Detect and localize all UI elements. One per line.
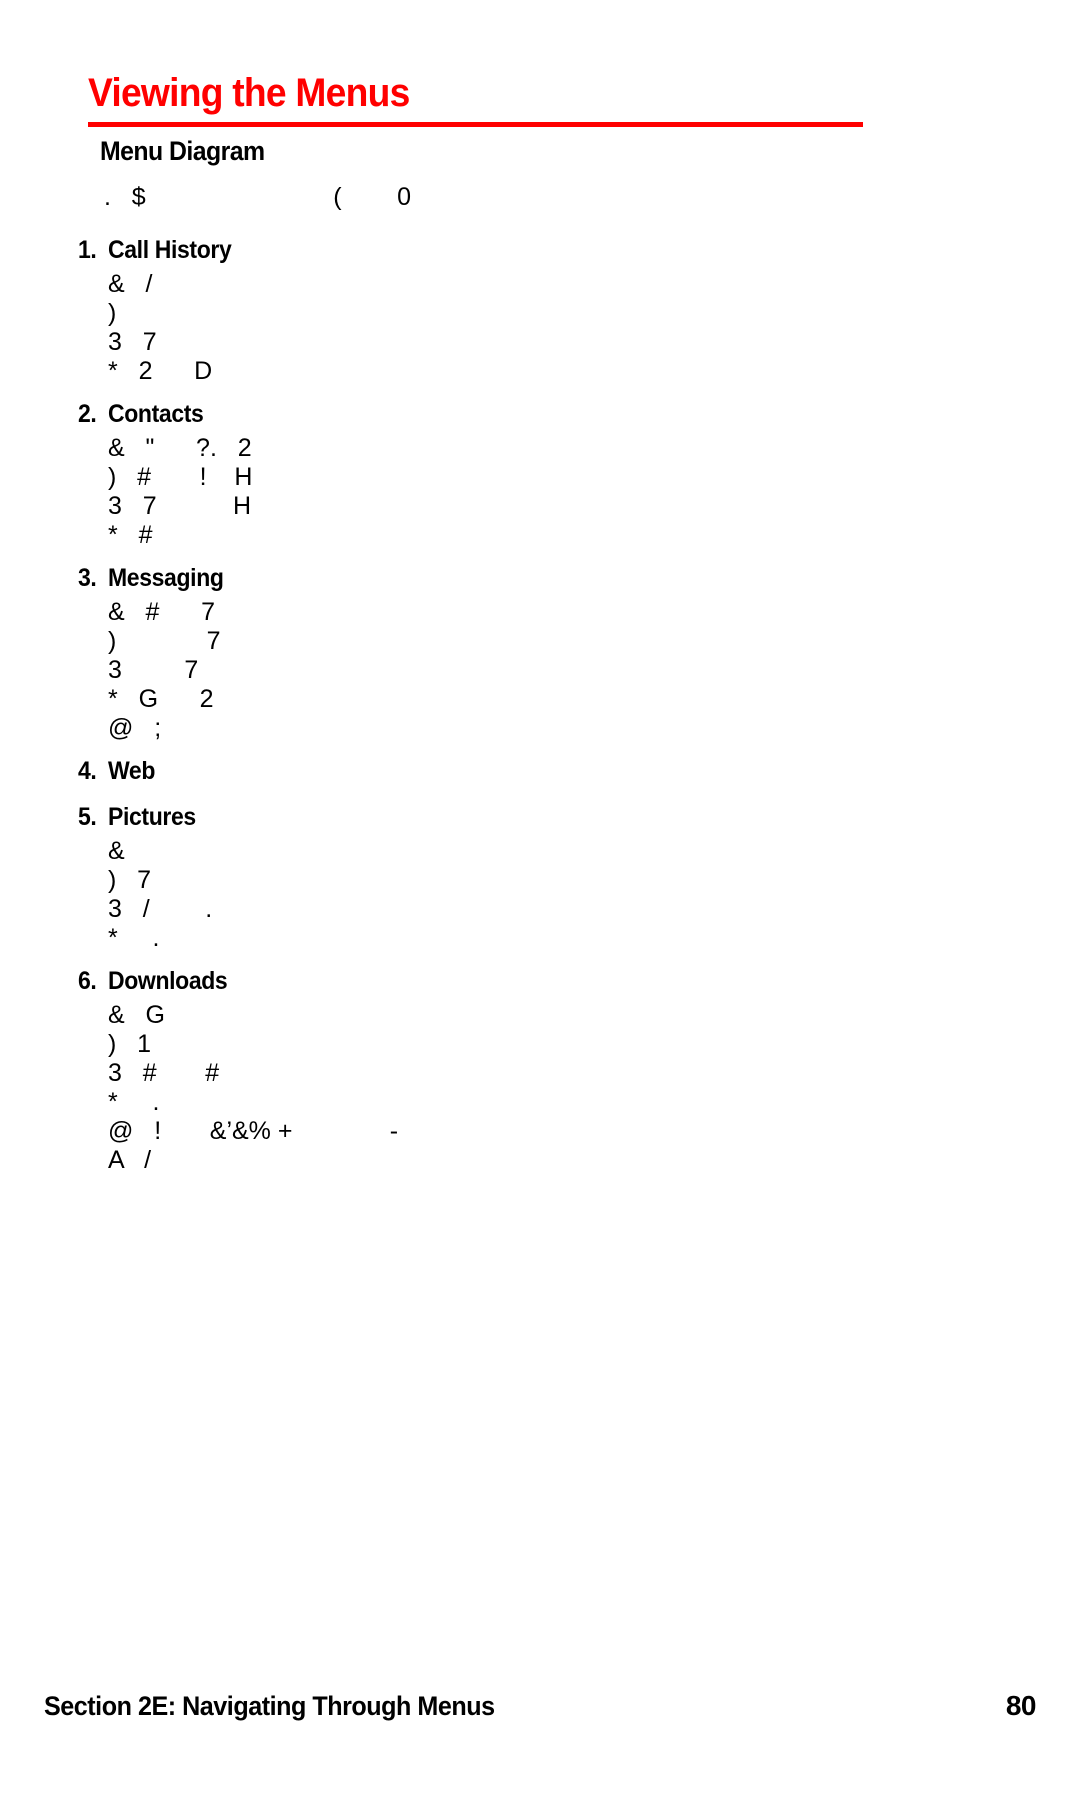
menu-group-title: Downloads — [108, 967, 228, 995]
document-page: Viewing the Menus Menu Diagram . $ ( 0 1… — [0, 0, 1080, 1800]
menu-group-heading: 1. Call History — [78, 232, 878, 268]
menu-group-number: 1. — [78, 236, 97, 264]
menu-group-title: Call History — [108, 236, 232, 264]
menu-sub-item: ) 7 — [108, 866, 152, 894]
menu-sub-item: * . — [108, 1088, 160, 1116]
intro-text-line: . $ ( 0 — [104, 183, 412, 211]
menu-group-title: Pictures — [108, 803, 196, 831]
menu-group-number: 5. — [78, 803, 97, 831]
menu-sub-item: @ ; — [108, 714, 162, 742]
menu-diagram-list: 1. Call History & /) 3 7 * 2 D 2. Contacts & " … — [78, 232, 878, 1185]
menu-group-title: Contacts — [108, 400, 204, 428]
menu-sub-item: 3 7 — [108, 328, 157, 356]
menu-sub-item: 3 # # — [108, 1059, 220, 1087]
section-heading: Menu Diagram — [100, 136, 265, 166]
title-underline-rule — [88, 122, 863, 127]
menu-group-number: 2. — [78, 400, 97, 428]
menu-sub-item: * # — [108, 521, 153, 549]
menu-group-heading: 4. Web — [78, 753, 878, 789]
menu-sub-item: ) 7 — [108, 627, 221, 655]
menu-sub-item: ) # ! H — [108, 463, 253, 491]
menu-group: 1. Call History & /) 3 7 * 2 D — [78, 232, 878, 386]
menu-sub-item: ) 1 — [108, 1030, 152, 1058]
footer-section-label: Section 2E: Navigating Through Menus — [44, 1691, 495, 1721]
menu-group-number: 6. — [78, 967, 97, 995]
menu-group: 5. Pictures &) 73 / . * . — [78, 799, 878, 953]
menu-group-heading: 3. Messaging — [78, 560, 878, 596]
menu-sub-item: * . — [108, 924, 160, 952]
menu-group-title: Web — [108, 757, 156, 785]
menu-group-heading: 6. Downloads — [78, 963, 878, 999]
footer-page-number: 80 — [1005, 1690, 1037, 1721]
menu-group-number: 4. — [78, 757, 97, 785]
menu-group-heading: 2. Contacts — [78, 396, 878, 432]
menu-group: 4. Web — [78, 753, 878, 789]
menu-sub-item: & # 7 — [108, 598, 215, 626]
menu-sub-item: & — [108, 837, 125, 865]
menu-sub-item: & " ?. 2 — [108, 434, 252, 462]
menu-group: 2. Contacts & " ?. 2) # ! H3 7 H * # — [78, 396, 878, 550]
menu-sub-item: & / — [108, 270, 153, 298]
menu-group-heading: 5. Pictures — [78, 799, 878, 835]
page-title: Viewing the Menus — [88, 71, 410, 115]
menu-sub-item: * 2 D — [108, 357, 213, 385]
menu-sub-item: * G 2 — [108, 685, 214, 713]
menu-sub-item: ) — [108, 299, 117, 327]
menu-group-title: Messaging — [108, 564, 224, 592]
menu-group: 6. Downloads & G) 13 # # * . @ ! &’&% + -A / — [78, 963, 878, 1175]
menu-sub-item: & G — [108, 1001, 165, 1029]
menu-sub-item: A / — [108, 1146, 152, 1174]
title-block: Viewing the Menus — [88, 70, 868, 127]
menu-group: 3. Messaging & # 7) 73 7 * G 2 @ ; — [78, 560, 878, 743]
menu-group-number: 3. — [78, 564, 97, 592]
menu-sub-item: @ ! &’&% + - — [108, 1117, 399, 1145]
page-footer: Section 2E: Navigating Through Menus 80 — [44, 1690, 1037, 1722]
menu-sub-item: 3 / . — [108, 895, 213, 923]
menu-sub-item: 3 7 — [108, 656, 199, 684]
menu-sub-item: 3 7 H — [108, 492, 252, 520]
